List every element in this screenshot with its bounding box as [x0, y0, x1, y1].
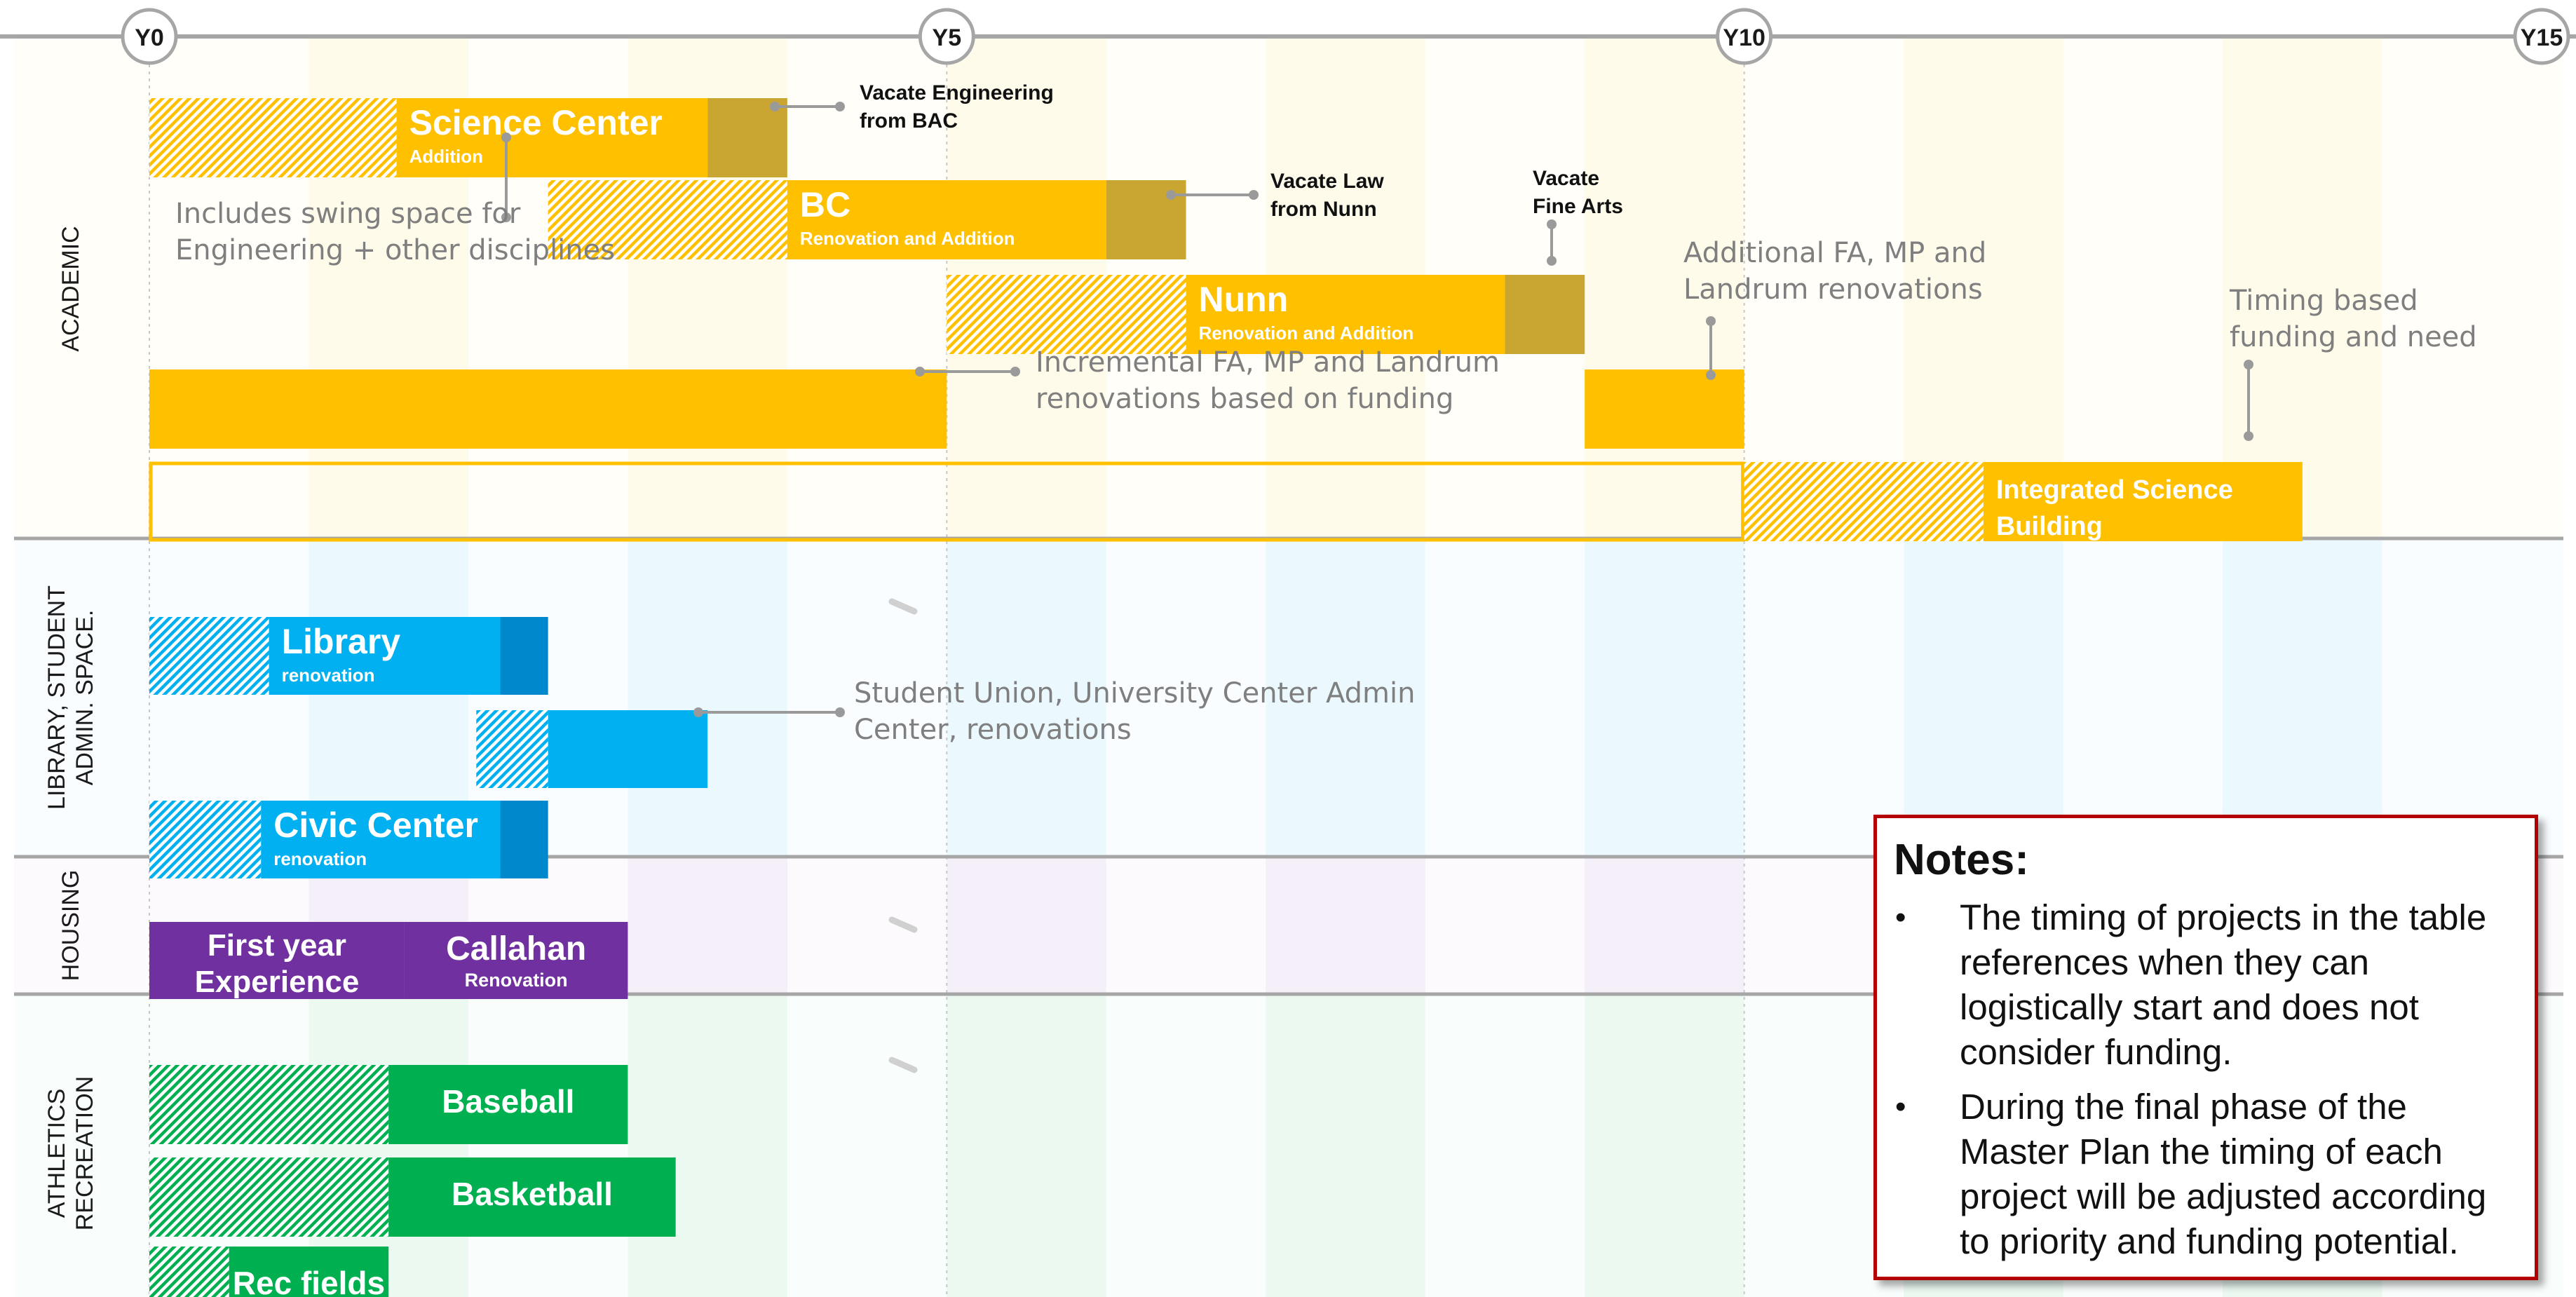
- bar-transition: [1505, 275, 1585, 354]
- annotation-text: Timing based: [2229, 285, 2418, 317]
- bar-label: Integrated Science: [1996, 475, 2233, 505]
- band-column-library: [628, 540, 787, 855]
- group-label-line: ADMIN. SPACE.: [72, 610, 98, 786]
- band-column-athletics: [947, 996, 1106, 1297]
- annotation-dot: [1010, 367, 1020, 376]
- tick-label: Y15: [2521, 25, 2563, 51]
- annotation-dot: [1547, 256, 1557, 266]
- bar-label: Rec fields: [233, 1265, 385, 1297]
- notes-box: Notes: The timing of projects in the tab…: [1873, 815, 2538, 1280]
- bar-label: Baseball: [442, 1083, 574, 1120]
- annotation-text: Fine Arts: [1533, 195, 1623, 218]
- tick-label: Y0: [135, 25, 164, 51]
- bar-label: Experience: [195, 965, 360, 999]
- group-label-housing: HOUSING: [57, 870, 84, 982]
- tick-label: Y10: [1723, 25, 1765, 51]
- annotation-dot: [1547, 219, 1557, 229]
- bar-sublabel: Renovation and Addition: [1199, 322, 1414, 344]
- annotation-text: Includes swing space for: [175, 198, 521, 230]
- annotation-dot: [915, 367, 925, 376]
- annotation-text: funding and need: [2230, 321, 2477, 353]
- annotation-text: Student Union, University Center Admin: [854, 677, 1416, 709]
- bar-main: [548, 710, 708, 788]
- bar-label: Library: [282, 622, 401, 661]
- group-label-academic: ACADEMIC: [57, 226, 84, 351]
- annotation-dot: [1706, 370, 1716, 380]
- band-column-library: [2223, 540, 2382, 855]
- group-label-line: LIBRARY, STUDENT: [43, 585, 70, 810]
- band-column-athletics: [1585, 996, 1744, 1297]
- annotation-dot: [501, 133, 511, 142]
- bar-transition: [500, 801, 548, 878]
- annotation-text: Incremental FA, MP and Landrum: [1036, 346, 1500, 379]
- bar-label: Building: [1996, 512, 2103, 541]
- notes-item-1: The timing of projects in the table refe…: [1894, 895, 2509, 1075]
- annotation-text: from BAC: [860, 109, 958, 133]
- annotation-dot: [1166, 190, 1176, 200]
- tick-label: Y5: [933, 25, 962, 51]
- bar-label: Civic Center: [273, 806, 478, 845]
- bar-label: First year: [208, 928, 346, 963]
- band-column-library: [1904, 540, 2063, 855]
- bar-prep-hatch: [149, 1247, 229, 1297]
- annotation-text: Center, renovations: [854, 714, 1132, 746]
- annotation-text: from Nunn: [1270, 198, 1377, 221]
- annotation-text: Vacate: [1533, 167, 1599, 190]
- band-column-housing: [947, 858, 1106, 993]
- annotation-dot: [2244, 360, 2253, 369]
- annotation-dot: [2244, 431, 2253, 441]
- group-label-line: ATHLETICS: [43, 1089, 70, 1218]
- bar-sublabel: Renovation and Addition: [800, 228, 1015, 249]
- band-column-housing: [628, 858, 787, 993]
- band-column-library: [1585, 540, 1744, 855]
- bar-label: Callahan: [446, 930, 586, 967]
- band-column-athletics: [628, 996, 787, 1297]
- bar-label: BC: [800, 185, 850, 224]
- bar-prep-hatch: [149, 98, 397, 177]
- bar-sublabel: renovation: [282, 665, 375, 686]
- annotation-dot: [1249, 190, 1259, 200]
- annotation-dot: [770, 102, 780, 111]
- annotation-dot: [835, 707, 845, 717]
- annotation-text: Vacate Law: [1270, 170, 1384, 193]
- bar-prep-hatch: [476, 710, 548, 788]
- annotation-text: renovations based on funding: [1036, 383, 1453, 415]
- bar-label: Nunn: [1199, 280, 1289, 319]
- bar-sublabel: Renovation: [465, 970, 568, 991]
- band-column-housing: [1266, 858, 1425, 993]
- bar-label: Basketball: [452, 1176, 613, 1212]
- annotation-text: Additional FA, MP and: [1683, 237, 1986, 269]
- bar-main: [149, 369, 947, 449]
- notes-list: The timing of projects in the table refe…: [1894, 895, 2509, 1264]
- bar-prep-hatch: [149, 1157, 389, 1237]
- bar-prep-hatch: [149, 1065, 389, 1144]
- bar-prep-hatch: [149, 801, 262, 878]
- bar-prep-hatch: [947, 275, 1186, 354]
- bar-sublabel: renovation: [273, 848, 367, 869]
- roadmap-stage: ACADEMIC LIBRARY, STUDENTADMIN. SPACE. HOU…: [0, 0, 2576, 1297]
- group-label-line: ACADEMIC: [57, 226, 84, 351]
- annotation-text: Vacate Engineering: [860, 81, 1054, 104]
- notes-item-2: During the final phase of the Master Pla…: [1894, 1085, 2509, 1264]
- group-label-line: HOUSING: [57, 870, 84, 982]
- bar-prep-hatch: [1744, 462, 1984, 541]
- bar-main: [1585, 369, 1744, 449]
- band-column-housing: [1585, 858, 1744, 993]
- bar-prep-hatch: [149, 617, 269, 695]
- bar-sublabel: Addition: [409, 146, 483, 167]
- annotation-dot: [1706, 316, 1716, 326]
- bar-transition: [500, 617, 548, 695]
- annotation-dot: [835, 102, 845, 111]
- group-label-line: RECREATION: [72, 1076, 98, 1230]
- bar-label: Science Center: [409, 103, 663, 142]
- notes-title: Notes:: [1894, 836, 2029, 884]
- annotation-text: Engineering + other disciplines: [175, 234, 615, 266]
- band-column-athletics: [1266, 996, 1425, 1297]
- annotation-dot: [693, 707, 703, 717]
- annotation-text: Landrum renovations: [1683, 273, 1983, 306]
